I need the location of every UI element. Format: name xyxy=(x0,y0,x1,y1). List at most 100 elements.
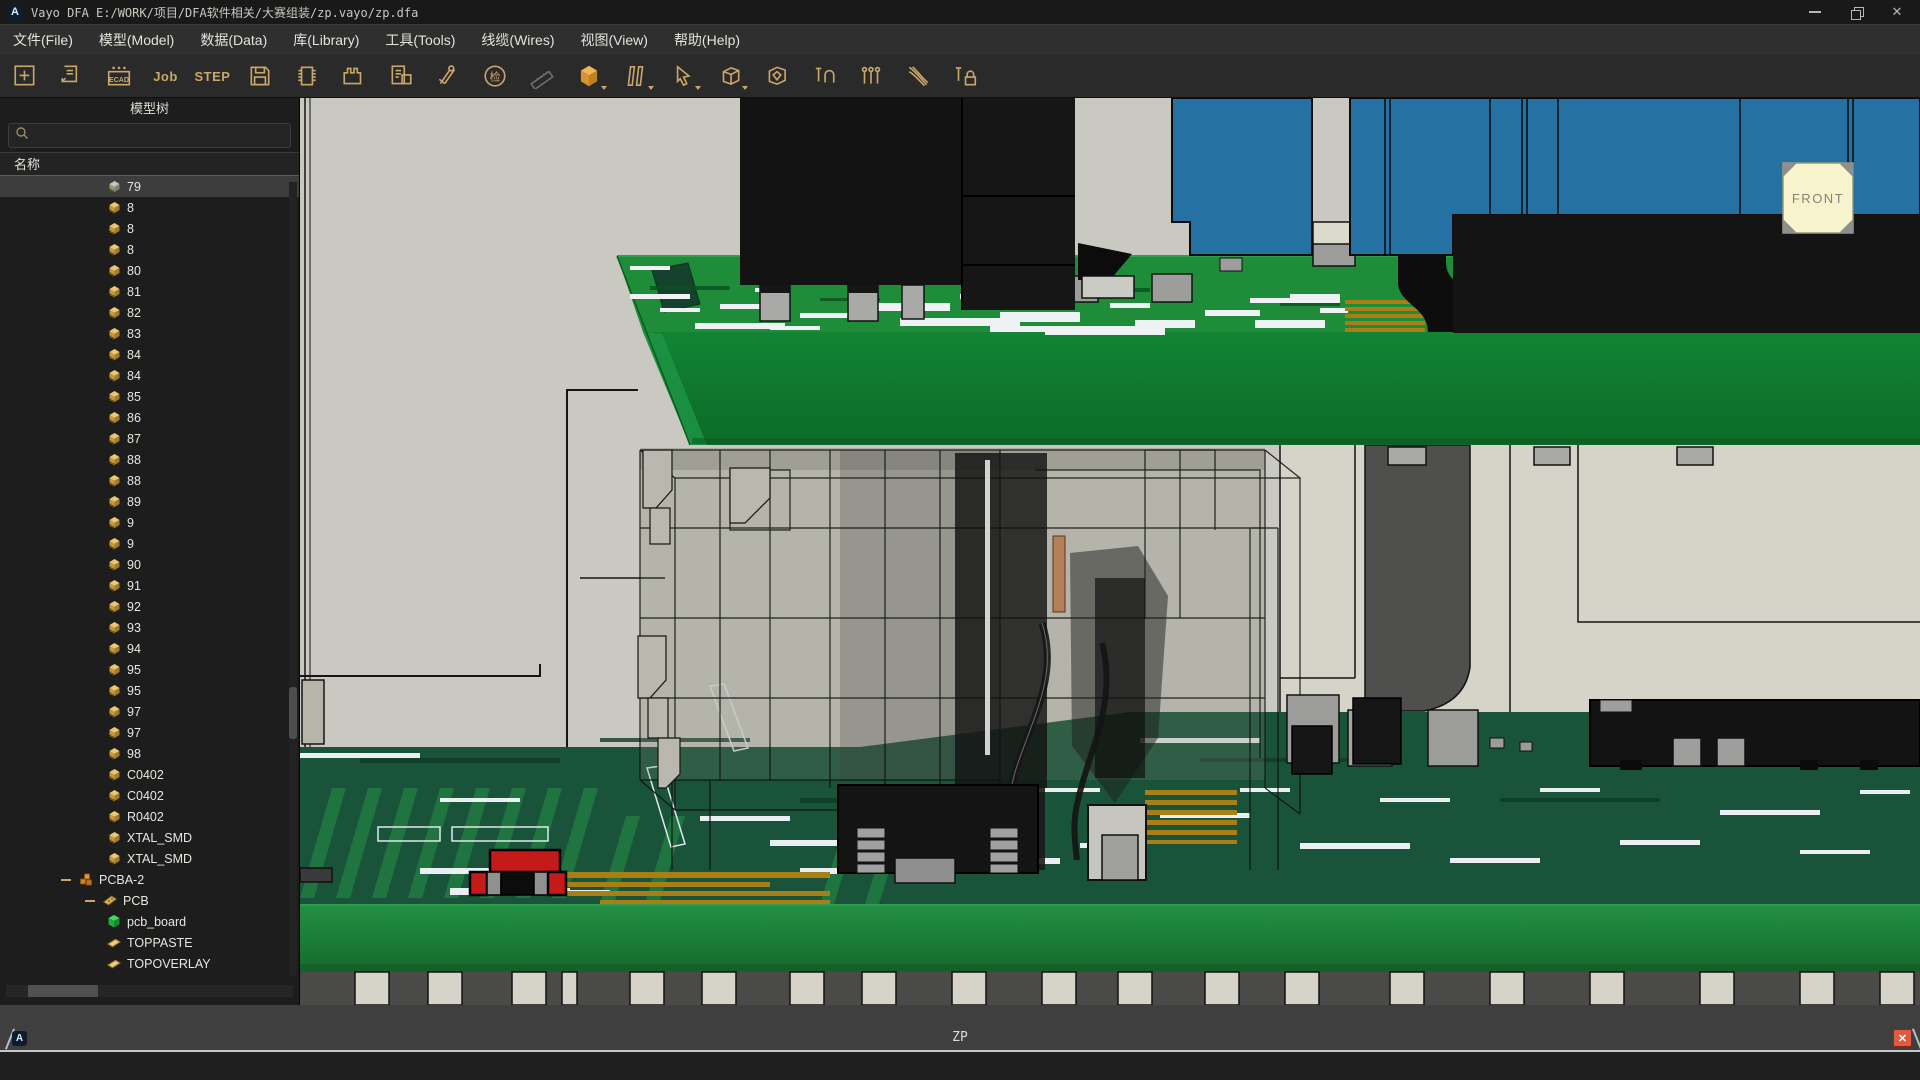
tree-row-98[interactable]: 98 xyxy=(0,743,299,764)
tree-row-91[interactable]: 91 xyxy=(0,575,299,596)
dropdown-caret-icon[interactable] xyxy=(742,86,748,90)
toolbar-select-mode-icon[interactable] xyxy=(663,59,702,93)
close-document-button[interactable]: ✕ xyxy=(1893,1029,1912,1047)
menu-item-1[interactable]: 模型(Model) xyxy=(86,25,187,55)
tree-row-95[interactable]: 95 xyxy=(0,680,299,701)
view-cube[interactable]: FRONT xyxy=(1783,163,1853,233)
tree-row-88[interactable]: 88 xyxy=(0,470,299,491)
black-bar-component[interactable] xyxy=(1590,700,1920,770)
toolbar-bom-list-icon[interactable] xyxy=(381,59,420,93)
tree-row-8[interactable]: 8 xyxy=(0,218,299,239)
dropdown-caret-icon[interactable] xyxy=(695,86,701,90)
board-icon xyxy=(100,893,120,908)
vertical-scrollbar[interactable] xyxy=(289,182,297,976)
viewport-3d[interactable]: FRONT xyxy=(300,98,1920,1005)
tree-row-85[interactable]: 85 xyxy=(0,386,299,407)
document-tab-label[interactable]: ZP xyxy=(0,1030,1920,1045)
collapse-icon[interactable] xyxy=(80,899,100,903)
horizontal-scrollbar[interactable] xyxy=(6,985,293,997)
toolbar-solid-display-icon[interactable] xyxy=(569,59,608,93)
toolbar-clip-planes-icon[interactable] xyxy=(616,59,655,93)
minimize-icon[interactable] xyxy=(1808,5,1822,19)
tree-row-PCB[interactable]: PCB xyxy=(0,890,299,911)
menu-item-4[interactable]: 工具(Tools) xyxy=(372,25,468,55)
tree-row-TOPOVERLAY[interactable]: TOPOVERLAY xyxy=(0,953,299,974)
tree-row-C0402[interactable]: C0402 xyxy=(0,785,299,806)
machine-panels-right[interactable] xyxy=(1280,445,1920,715)
tree-row-86[interactable]: 86 xyxy=(0,407,299,428)
search-box[interactable] xyxy=(8,123,291,148)
tree-row-94[interactable]: 94 xyxy=(0,638,299,659)
black-connector[interactable] xyxy=(838,785,1038,883)
tree-row-82[interactable]: 82 xyxy=(0,302,299,323)
toolbar-connector-tool-icon[interactable] xyxy=(334,59,373,93)
tree-row-81[interactable]: 81 xyxy=(0,281,299,302)
dark-slab-component[interactable] xyxy=(1365,445,1470,711)
chip-icon xyxy=(104,662,124,677)
toolbar-import-ecad-button[interactable]: ECAD xyxy=(99,59,138,93)
tree-row-88[interactable]: 88 xyxy=(0,449,299,470)
search-input[interactable] xyxy=(34,129,284,143)
menu-item-2[interactable]: 数据(Data) xyxy=(187,25,280,55)
tree-item-label: PCB xyxy=(120,894,149,908)
tree-row-C0402[interactable]: C0402 xyxy=(0,764,299,785)
menu-item-5[interactable]: 线缆(Wires) xyxy=(468,25,567,55)
chip-icon xyxy=(104,410,124,425)
toolbar-pin-array-icon[interactable] xyxy=(851,59,890,93)
tree-row-79[interactable]: 79 xyxy=(0,176,299,197)
toolbar-assembly-tools-icon[interactable] xyxy=(428,59,467,93)
collapse-icon[interactable] xyxy=(56,878,76,882)
restore-icon[interactable] xyxy=(1849,5,1863,19)
menu-item-6[interactable]: 视图(View) xyxy=(568,25,661,55)
tree-row-83[interactable]: 83 xyxy=(0,323,299,344)
tree-row-PCBA-2[interactable]: PCBA-2 xyxy=(0,869,299,890)
tree-row-8[interactable]: 8 xyxy=(0,239,299,260)
tree-row-9[interactable]: 9 xyxy=(0,512,299,533)
tree-row-XTAL_SMD[interactable]: XTAL_SMD xyxy=(0,827,299,848)
tree-row-80[interactable]: 80 xyxy=(0,260,299,281)
toolbar-open-document-icon[interactable] xyxy=(52,59,91,93)
tree-row-95[interactable]: 95 xyxy=(0,659,299,680)
menu-item-3[interactable]: 库(Library) xyxy=(280,25,372,55)
tree-row-92[interactable]: 92 xyxy=(0,596,299,617)
toolbar-import-job-button[interactable]: Job xyxy=(146,59,185,93)
view-cube-label[interactable]: FRONT xyxy=(1792,191,1844,206)
dropdown-caret-icon[interactable] xyxy=(601,86,607,90)
toolbar-pin-wire-icon[interactable] xyxy=(804,59,843,93)
tree-row-TOPPASTE[interactable]: TOPPASTE xyxy=(0,932,299,953)
tree-row-XTAL_SMD[interactable]: XTAL_SMD xyxy=(0,848,299,869)
close-icon[interactable]: ✕ xyxy=(1890,5,1904,19)
menu-item-7[interactable]: 帮助(Help) xyxy=(661,25,753,55)
tree-row-97[interactable]: 97 xyxy=(0,722,299,743)
toolbar-wire-bundle-icon[interactable] xyxy=(898,59,937,93)
toolbar-save-icon[interactable] xyxy=(240,59,279,93)
toolbar-new-model-icon[interactable] xyxy=(5,59,44,93)
toolbar-box-view-icon[interactable] xyxy=(710,59,749,93)
tree-item-label: 8 xyxy=(124,243,134,257)
tree-row-pcb_board[interactable]: pcb_board xyxy=(0,911,299,932)
menu-item-0[interactable]: 文件(File) xyxy=(0,25,86,55)
lower-pcb-edge[interactable] xyxy=(300,905,1920,1005)
tree-row-97[interactable]: 97 xyxy=(0,701,299,722)
tree-row-84[interactable]: 84 xyxy=(0,344,299,365)
tree-row-93[interactable]: 93 xyxy=(0,617,299,638)
scrollbar-thumb[interactable] xyxy=(289,687,297,739)
toolbar-import-step-button[interactable]: STEP xyxy=(193,59,232,93)
tree-row-90[interactable]: 90 xyxy=(0,554,299,575)
gray-component[interactable] xyxy=(1088,805,1146,880)
toolbar-pin-lock-icon[interactable] xyxy=(945,59,984,93)
tree-item-label: 95 xyxy=(124,684,141,698)
tree-row-8[interactable]: 8 xyxy=(0,197,299,218)
scrollbar-thumb[interactable] xyxy=(28,985,98,997)
tree-row-89[interactable]: 89 xyxy=(0,491,299,512)
tree-item-label: 85 xyxy=(124,390,141,404)
tree-row-84[interactable]: 84 xyxy=(0,365,299,386)
dropdown-caret-icon[interactable] xyxy=(648,86,654,90)
chip-icon xyxy=(104,578,124,593)
toolbar-transparent-view-icon[interactable] xyxy=(757,59,796,93)
tree-row-R0402[interactable]: R0402 xyxy=(0,806,299,827)
toolbar-dfa-check-button[interactable]: 检 xyxy=(475,59,514,93)
toolbar-component-library-icon[interactable] xyxy=(287,59,326,93)
tree-row-9[interactable]: 9 xyxy=(0,533,299,554)
tree-row-87[interactable]: 87 xyxy=(0,428,299,449)
